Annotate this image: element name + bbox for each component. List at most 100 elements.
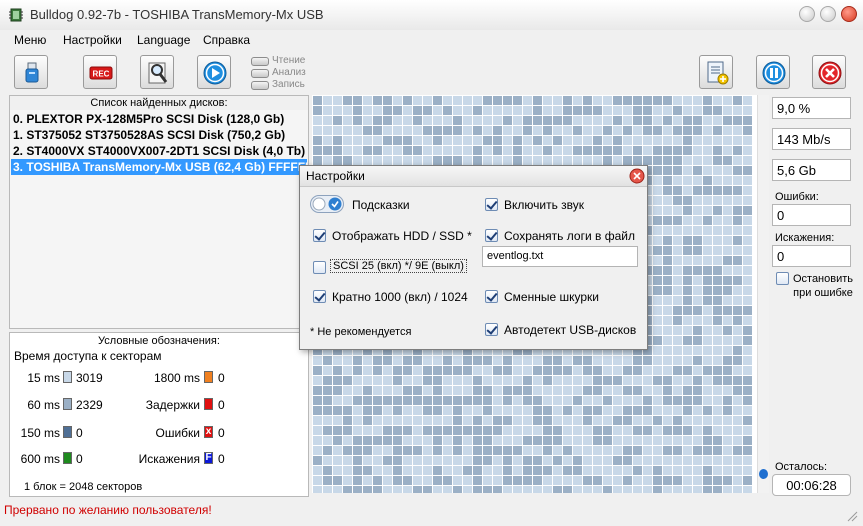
minimize-button[interactable] bbox=[799, 6, 815, 22]
sector-block bbox=[333, 376, 342, 385]
sector-block bbox=[733, 146, 742, 155]
maximize-button[interactable] bbox=[820, 6, 836, 22]
stop-button[interactable] bbox=[812, 55, 846, 89]
sector-block bbox=[393, 116, 402, 125]
sector-block bbox=[693, 426, 702, 435]
inspect-button[interactable] bbox=[140, 55, 174, 89]
sector-block bbox=[693, 346, 702, 355]
sector-block bbox=[333, 466, 342, 475]
sector-block bbox=[383, 456, 392, 465]
resize-grip-icon[interactable] bbox=[846, 510, 858, 522]
sector-block bbox=[423, 376, 432, 385]
sector-block bbox=[503, 126, 512, 135]
sector-block bbox=[663, 366, 672, 375]
sector-block bbox=[603, 386, 612, 395]
enable-sound-checkbox[interactable] bbox=[485, 198, 498, 211]
legend-header: Условные обозначения: bbox=[98, 335, 220, 347]
sector-block bbox=[453, 376, 462, 385]
settings-close-icon[interactable] bbox=[629, 168, 645, 184]
sector-block bbox=[603, 436, 612, 445]
disk-item-2[interactable]: 2. ST4000VX ST4000VX007-2DT1 SCSI Disk (… bbox=[11, 143, 307, 159]
sector-block bbox=[733, 356, 742, 365]
sector-block bbox=[563, 446, 572, 455]
play-button[interactable] bbox=[197, 55, 231, 89]
sector-block bbox=[413, 426, 422, 435]
sector-block bbox=[623, 146, 632, 155]
sector-map-scrollbar[interactable] bbox=[757, 95, 769, 493]
sector-block bbox=[453, 476, 462, 485]
sector-block bbox=[633, 136, 642, 145]
sector-block bbox=[643, 396, 652, 405]
close-button[interactable] bbox=[841, 6, 857, 22]
sector-block bbox=[683, 356, 692, 365]
sector-block bbox=[633, 106, 642, 115]
sector-block bbox=[733, 266, 742, 275]
sector-block bbox=[543, 456, 552, 465]
sector-block bbox=[673, 96, 682, 105]
sector-block bbox=[353, 146, 362, 155]
usb-autodetect-checkbox[interactable] bbox=[485, 323, 498, 336]
sector-block bbox=[743, 146, 752, 155]
sector-block bbox=[633, 126, 642, 135]
sector-block bbox=[703, 156, 712, 165]
sector-block bbox=[643, 96, 652, 105]
sector-block bbox=[353, 106, 362, 115]
menu-item-settings[interactable]: Настройки bbox=[63, 33, 122, 47]
sector-block bbox=[663, 336, 672, 345]
app-icon bbox=[9, 8, 23, 22]
sector-block bbox=[313, 386, 322, 395]
disk-item-1[interactable]: 1. ST375052 ST3750528AS SCSI Disk (750,2… bbox=[11, 127, 307, 143]
menu-item-language[interactable]: Language bbox=[137, 33, 190, 47]
sector-block bbox=[323, 436, 332, 445]
menu-item-help[interactable]: Справка bbox=[203, 33, 250, 47]
sector-block bbox=[553, 446, 562, 455]
sector-block bbox=[733, 96, 742, 105]
sector-block bbox=[613, 126, 622, 135]
sector-block bbox=[453, 446, 462, 455]
sector-block bbox=[523, 116, 532, 125]
scsi-mode-checkbox[interactable] bbox=[313, 261, 326, 274]
report-button[interactable] bbox=[699, 55, 733, 89]
sector-block bbox=[653, 366, 662, 375]
disk-item-0[interactable]: 0. PLEXTOR PX-128M5Pro SCSI Disk (128,0 … bbox=[11, 111, 307, 127]
sector-block bbox=[423, 146, 432, 155]
sector-block bbox=[433, 446, 442, 455]
sector-block bbox=[423, 426, 432, 435]
sector-block bbox=[743, 236, 752, 245]
sector-block bbox=[723, 396, 732, 405]
rec-button[interactable]: REC bbox=[83, 55, 117, 89]
legend-swatch-1800ms bbox=[204, 371, 213, 383]
sector-block bbox=[743, 376, 752, 385]
disk-item-3[interactable]: 3. TOSHIBA TransMemory-Mx USB (62,4 Gb) … bbox=[11, 159, 307, 175]
sector-block bbox=[343, 466, 352, 475]
sector-block bbox=[573, 386, 582, 395]
sector-block bbox=[483, 116, 492, 125]
sector-block bbox=[743, 106, 752, 115]
usb-button[interactable] bbox=[14, 55, 48, 89]
sector-block bbox=[673, 476, 682, 485]
sector-block bbox=[453, 406, 462, 415]
pause-button[interactable] bbox=[756, 55, 790, 89]
multiple-1000-checkbox[interactable] bbox=[313, 290, 326, 303]
hints-toggle[interactable] bbox=[310, 195, 344, 213]
sector-block bbox=[623, 436, 632, 445]
sector-block bbox=[343, 106, 352, 115]
sector-block bbox=[583, 126, 592, 135]
sector-block bbox=[683, 176, 692, 185]
skins-checkbox[interactable] bbox=[485, 290, 498, 303]
show-hdd-ssd-label: Отображать HDD / SSD * bbox=[332, 229, 472, 243]
sector-block bbox=[703, 446, 712, 455]
sector-block bbox=[653, 256, 662, 265]
sector-block bbox=[583, 446, 592, 455]
sector-block bbox=[533, 486, 542, 493]
sector-block bbox=[383, 466, 392, 475]
show-hdd-ssd-checkbox[interactable] bbox=[313, 229, 326, 242]
sector-block bbox=[433, 406, 442, 415]
save-logs-checkbox[interactable] bbox=[485, 229, 498, 242]
menu-item-menu[interactable]: Меню bbox=[14, 33, 46, 47]
stop-icon bbox=[818, 61, 842, 85]
sector-block bbox=[513, 356, 522, 365]
sector-block bbox=[533, 456, 542, 465]
sector-block bbox=[693, 466, 702, 475]
log-file-input[interactable]: eventlog.txt bbox=[482, 246, 638, 267]
